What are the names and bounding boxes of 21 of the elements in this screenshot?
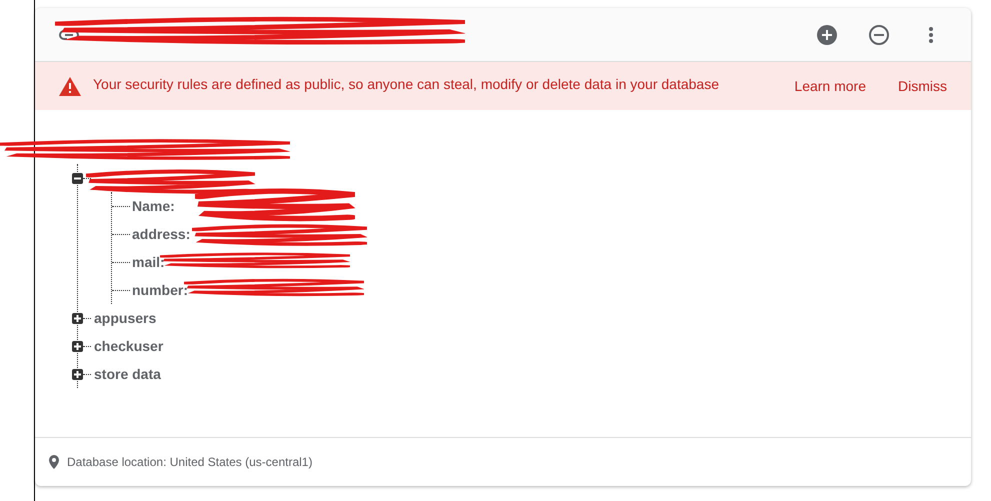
tree-node-label[interactable]: store data — [94, 366, 161, 382]
tree-node-label[interactable]: checkuser — [94, 338, 164, 354]
expand-toggle[interactable] — [72, 340, 83, 352]
field-key: Name: — [132, 198, 175, 214]
expand-toggle[interactable] — [72, 312, 83, 324]
field-key: address: — [132, 226, 190, 242]
collapse-toggle[interactable] — [72, 172, 83, 184]
field-key: number: — [132, 282, 188, 298]
field-key: mail: — [132, 254, 165, 270]
add-icon[interactable] — [817, 24, 837, 44]
location-pin-icon — [49, 455, 59, 469]
link-icon — [59, 30, 79, 40]
expand-toggle[interactable] — [72, 368, 83, 380]
warning-message: Your security rules are defined as public, so anyone can steal, modify or delete data in your database — [93, 76, 720, 92]
dismiss-button[interactable]: Dismiss — [898, 78, 947, 94]
tree-node-label[interactable]: appusers — [94, 310, 156, 326]
more-menu-icon[interactable] — [929, 26, 933, 42]
database-location: Database location: United States (us-central1) — [67, 455, 312, 469]
learn-more-link[interactable]: Learn more — [794, 78, 866, 94]
warning-icon — [59, 76, 81, 96]
remove-icon[interactable] — [869, 24, 889, 44]
